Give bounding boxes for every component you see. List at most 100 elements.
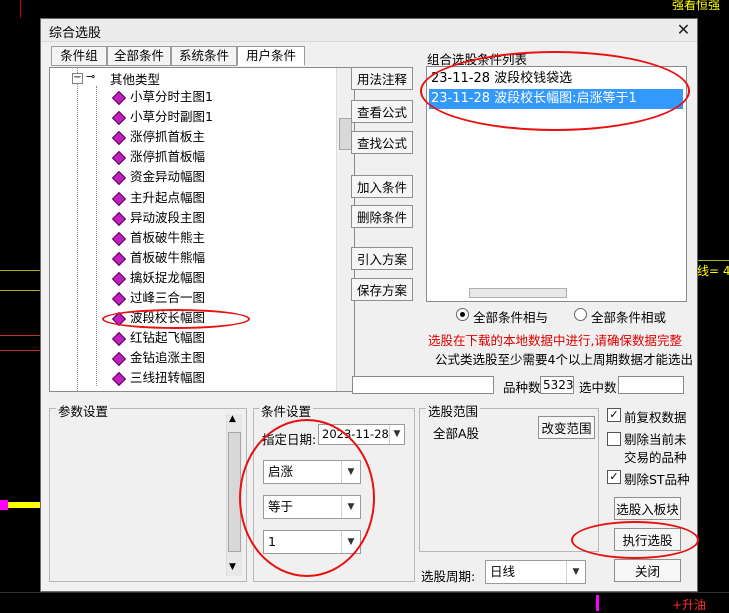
tree-guide-line	[96, 86, 97, 386]
notice-period-requirement: 公式类选股至少需要4个以上周期数据才能选出	[435, 352, 693, 367]
chart-vline	[697, 260, 729, 261]
radio-dot	[460, 312, 465, 317]
formula-icon	[111, 251, 127, 266]
tree-item-label: 涨停抓首板主	[130, 129, 206, 145]
tree-item-label: 资金异动幅图	[130, 169, 206, 185]
range-group-label: 选股范围	[426, 401, 481, 420]
annotation-ellipse	[420, 51, 690, 131]
delete-condition-button[interactable]: 删除条件	[351, 205, 413, 228]
chart-bar	[596, 595, 599, 611]
variety-count-label: 品种数	[503, 380, 541, 395]
tab-condition-group[interactable]: 条件组	[51, 46, 107, 66]
formula-icon	[111, 151, 127, 166]
chart-grid-line	[0, 270, 40, 271]
notice-data-complete: 选股在下载的本地数据中进行,请确保数据完整	[428, 333, 682, 348]
formula-icon	[111, 111, 127, 126]
import-plan-button[interactable]: 引入方案	[351, 247, 413, 270]
formula-icon	[111, 332, 127, 347]
formula-icon	[111, 352, 127, 367]
close-icon[interactable]: ✕	[674, 20, 693, 39]
chevron-down-icon[interactable]: ▼	[566, 561, 585, 583]
tab-all-conditions[interactable]: 全部条件	[107, 46, 171, 66]
tree-item-label: 金钻追涨主图	[130, 350, 206, 366]
chart-grid-line	[0, 335, 40, 336]
chart-vline	[20, 0, 21, 18]
tab-user-conditions[interactable]: 用户条件	[237, 46, 305, 66]
chart-bar	[0, 592, 729, 593]
chart-top-text: 强看恒强	[672, 0, 721, 12]
params-group	[49, 408, 247, 582]
check-exclude-untraded-label[interactable]: 剔除当前未 交易的品种	[624, 431, 687, 467]
dialog-title: 综合选股	[49, 26, 102, 41]
params-group-label: 参数设置	[56, 401, 111, 420]
tree-item-label: 涨停抓首板幅	[130, 149, 206, 165]
formula-icon	[111, 211, 127, 226]
close-button[interactable]: 关闭	[614, 559, 681, 582]
selected-count-value	[618, 376, 684, 394]
tree-item-label: 首板破牛熊主	[130, 229, 206, 245]
check-exclude-untraded[interactable]	[607, 432, 621, 446]
selected-count-label: 选中数	[579, 380, 617, 395]
check-exclude-st[interactable]: ✓	[607, 470, 621, 484]
add-to-block-button[interactable]: 选股入板块	[614, 497, 681, 520]
formula-tree[interactable]: − ⊸ 其他类型 小草分时主图1 小草分时副图1 涨停抓首板主 涨停抓首板幅 资金异动幅…	[49, 67, 355, 392]
tree-item-label: 小草分时副图1	[130, 109, 213, 125]
tab-system-conditions[interactable]: 系统条件	[171, 46, 237, 66]
chart-line-label: 线= 4.9	[697, 264, 729, 278]
check-forward-adjust[interactable]: ✓	[607, 408, 621, 422]
formula-icon	[111, 171, 127, 186]
chart-bar	[8, 502, 40, 508]
formula-icon	[111, 90, 127, 106]
radio-all-and[interactable]	[456, 308, 469, 321]
tree-item-label: 擒妖捉龙幅图	[130, 269, 206, 285]
radio-all-or-label[interactable]: 全部条件相或	[591, 307, 666, 326]
save-plan-button[interactable]: 保存方案	[351, 278, 413, 301]
find-formula-button[interactable]: 查找公式	[351, 131, 413, 154]
formula-icon	[111, 291, 127, 307]
change-range-button[interactable]: 改变范围	[538, 416, 595, 439]
annotation-ellipse	[571, 521, 699, 559]
range-value: 全部A股	[433, 426, 480, 441]
chart-bar	[0, 500, 8, 510]
scroll-up-icon[interactable]: ▲	[229, 414, 236, 424]
chevron-down-icon[interactable]: ▼	[389, 425, 404, 444]
check-forward-adjust-label[interactable]: 前复权数据	[624, 407, 687, 426]
stock-selection-dialog: 综合选股 ✕ 条件组 全部条件 系统条件 用户条件 − ⊸ 其他类型 小草分时主…	[40, 18, 699, 592]
tree-item-label: 红钻起飞幅图	[130, 330, 206, 346]
view-formula-button[interactable]: 查看公式	[351, 100, 413, 123]
tree-folder-label[interactable]: 其他类型	[110, 69, 160, 88]
formula-icon	[111, 372, 127, 387]
chart-bottom-text: +升油	[672, 598, 707, 612]
radio-all-and-label[interactable]: 全部条件相与	[473, 307, 548, 326]
cond-settings-label: 条件设置	[259, 401, 314, 420]
formula-icon	[111, 131, 127, 146]
tree-item-label: 首板破牛熊幅	[130, 249, 206, 265]
collapse-icon[interactable]: −	[72, 73, 83, 84]
period-select[interactable]: 日线 ▼	[485, 560, 586, 584]
scroll-down-icon[interactable]: ▼	[229, 562, 236, 572]
add-condition-button[interactable]: 加入条件	[351, 175, 413, 198]
annotation-ellipse	[102, 309, 250, 329]
tree-item-label: 过峰三合一图	[130, 290, 206, 305]
tree-item-label: 三线扭转幅图	[130, 370, 206, 386]
check-exclude-st-label[interactable]: 剔除ST品种	[624, 469, 690, 488]
tree-guide-line	[77, 68, 78, 391]
period-select-value: 日线	[490, 564, 516, 579]
formula-icon	[111, 271, 127, 286]
variety-count-value: 5323	[540, 376, 574, 394]
tree-item-label: 异动波段主图	[130, 209, 206, 225]
dialog-titlebar[interactable]: 综合选股 ✕	[41, 19, 697, 42]
tree-item-label: 小草分时主图1	[130, 89, 213, 104]
tree-item-label: 主升起点幅图	[130, 189, 206, 205]
search-field[interactable]	[352, 376, 494, 394]
annotation-ellipse	[239, 419, 375, 577]
usage-notes-button[interactable]: 用法注释	[351, 67, 413, 90]
formula-icon	[111, 231, 127, 246]
formula-icon	[111, 191, 127, 206]
list-hscrollbar[interactable]	[469, 288, 567, 298]
chart-grid-line	[0, 290, 40, 291]
key-icon: ⊸	[86, 70, 96, 83]
radio-all-or[interactable]	[574, 308, 587, 321]
period-label: 选股周期:	[421, 569, 476, 584]
chart-grid-line	[0, 350, 40, 351]
